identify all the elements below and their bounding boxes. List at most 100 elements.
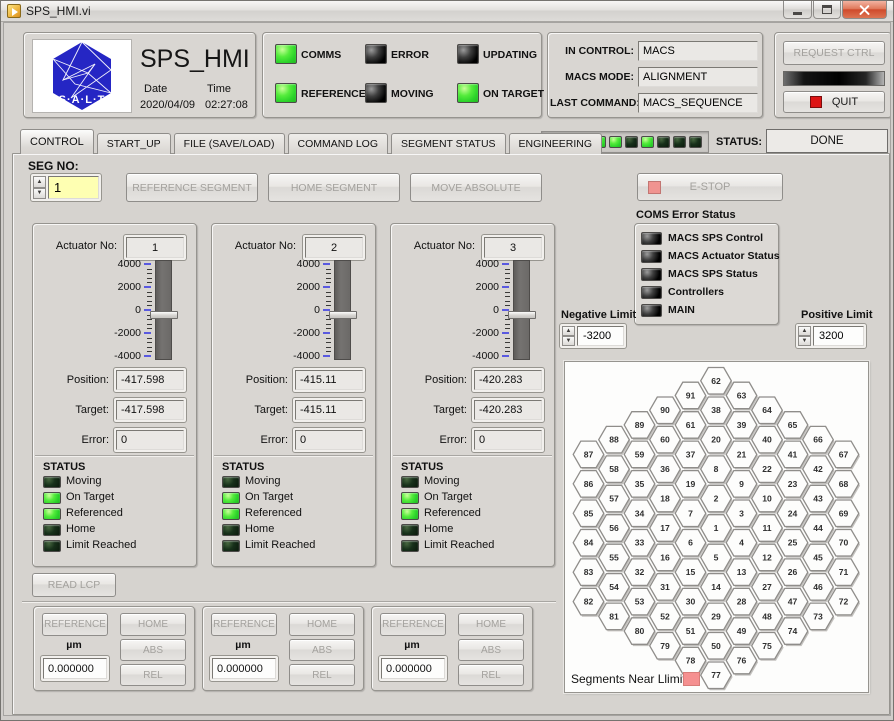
segment-number: 52 — [660, 611, 670, 621]
actuator-slider-handle-2[interactable] — [329, 311, 357, 319]
tab-file-save-load-[interactable]: FILE (SAVE/LOAD) — [174, 133, 285, 154]
actuator-slider-track-3[interactable] — [513, 260, 530, 360]
reference-button[interactable]: REFERENCE — [211, 613, 277, 636]
um-input[interactable]: 0.000000 — [43, 658, 107, 679]
positive-limit-field[interactable]: 3200 — [813, 326, 864, 346]
segment-hex-50: 50 — [701, 633, 732, 660]
major-tick — [144, 332, 151, 334]
position-box: -417.598 — [113, 367, 187, 393]
segment-hex-8: 8 — [701, 456, 732, 483]
salt-logo-text: S·A·L·T — [59, 94, 106, 106]
segment-number: 89 — [635, 420, 645, 430]
panel-status-title: STATUS — [401, 461, 443, 473]
tab-control[interactable]: CONTROL — [20, 129, 94, 154]
abs-button[interactable]: ABS — [458, 639, 524, 661]
home-segment-button[interactable]: HOME SEGMENT — [268, 173, 400, 202]
segment-hex-22: 22 — [752, 456, 783, 483]
target-value: -417.598 — [116, 400, 184, 420]
status-led-label: On Target — [66, 491, 114, 503]
reference-segment-button[interactable]: REFERENCE SEGMENT — [126, 173, 258, 202]
reference-button[interactable]: REFERENCE — [380, 613, 446, 636]
um-input-frame: 0.000000 — [378, 655, 448, 682]
segment-hex-64: 64 — [752, 397, 783, 424]
control-info-panel: IN CONTROL:MACSMACS MODE:ALIGNMENTLAST C… — [547, 32, 763, 118]
read-lcp-button[interactable]: READ LCP — [32, 573, 116, 597]
um-input[interactable]: 0.000000 — [381, 658, 445, 679]
segment-number: 32 — [635, 567, 645, 577]
rel-button[interactable]: REL — [289, 664, 355, 686]
seg-no-stepper[interactable]: ▲ ▼ 1 — [30, 173, 102, 202]
actuator-slider-track-1[interactable] — [155, 260, 172, 360]
segment-hex-59: 59 — [624, 441, 655, 468]
request-ctrl-button[interactable]: REQUEST CTRL — [783, 41, 885, 65]
estop-button[interactable]: E-STOP — [637, 173, 783, 201]
minor-tick — [326, 269, 331, 270]
segment-hex-34: 34 — [624, 500, 655, 527]
status-led-on-target — [401, 492, 419, 504]
tab-start-up[interactable]: START_UP — [97, 133, 171, 154]
actuator-slider-track-2[interactable] — [334, 260, 351, 360]
tab-segment-status[interactable]: SEGMENT STATUS — [391, 133, 506, 154]
minor-tick — [326, 319, 331, 320]
segment-number: 55 — [609, 552, 619, 562]
manual-group-1: REFERENCEHOMEABSRELµm0.000000 — [33, 606, 195, 691]
segment-number: 48 — [762, 611, 772, 621]
segment-number: 72 — [839, 597, 849, 607]
panel-divider — [214, 455, 373, 457]
positive-limit-up-icon[interactable]: ▲ — [798, 326, 811, 336]
actuator-slider-handle-1[interactable] — [150, 311, 178, 319]
minor-tick — [147, 269, 152, 270]
minor-tick — [505, 351, 510, 352]
app-window: SPS_HMI.vi S·A·L·T SPS_HMI — [0, 0, 894, 721]
bottom-section-divider — [22, 601, 556, 603]
reference-button[interactable]: REFERENCE — [42, 613, 108, 636]
segment-hex-52: 52 — [650, 603, 681, 630]
titlebar[interactable]: SPS_HMI.vi — [1, 1, 893, 22]
minor-tick — [147, 296, 152, 297]
seg-no-down-icon[interactable]: ▼ — [33, 188, 46, 200]
um-input[interactable]: 0.000000 — [212, 658, 276, 679]
error-value: 0 — [295, 430, 363, 450]
seg-no-field[interactable]: 1 — [48, 176, 99, 199]
minor-tick — [326, 351, 331, 352]
segment-number: 35 — [635, 479, 645, 489]
segment-number: 47 — [788, 597, 798, 607]
abs-button[interactable]: ABS — [120, 639, 186, 661]
positive-limit-stepper[interactable]: ▲ ▼ 3200 — [795, 323, 867, 349]
segment-number: 65 — [788, 420, 798, 430]
move-absolute-button[interactable]: MOVE ABSOLUTE — [410, 173, 542, 202]
seg-no-up-icon[interactable]: ▲ — [33, 176, 46, 188]
tab-command-log[interactable]: COMMAND LOG — [288, 133, 389, 154]
tab-engineering[interactable]: ENGINEERING — [509, 133, 603, 154]
segment-number: 21 — [737, 449, 747, 459]
positive-limit-down-icon[interactable]: ▼ — [798, 336, 811, 346]
app-title: SPS_HMI — [140, 45, 250, 74]
minimize-button[interactable] — [783, 1, 812, 19]
negative-limit-down-icon[interactable]: ▼ — [562, 336, 575, 346]
scale-label--2000: -2000 — [242, 327, 320, 339]
rel-button[interactable]: REL — [458, 664, 524, 686]
segments-near-limits-label: Segments Near Llimits — [571, 672, 692, 686]
close-button[interactable] — [842, 1, 887, 19]
quit-button[interactable]: QUIT — [783, 91, 885, 113]
home-button[interactable]: HOME — [289, 613, 355, 636]
negative-limit-field[interactable]: -3200 — [577, 326, 624, 346]
negative-limit-stepper[interactable]: ▲ ▼ -3200 — [559, 323, 627, 349]
actuator-slider-handle-3[interactable] — [508, 311, 536, 319]
maximize-button[interactable] — [813, 1, 841, 19]
actuator-panel-3: Actuator No:3400020000-2000-4000Position… — [390, 223, 555, 567]
segment-hex-51: 51 — [675, 618, 706, 645]
home-button[interactable]: HOME — [120, 613, 186, 636]
rel-button[interactable]: REL — [120, 664, 186, 686]
segment-hex-37: 37 — [675, 441, 706, 468]
window-title: SPS_HMI.vi — [26, 4, 91, 18]
coms-label: Controllers — [668, 286, 724, 298]
abs-button[interactable]: ABS — [289, 639, 355, 661]
home-button[interactable]: HOME — [458, 613, 524, 636]
minor-tick — [326, 328, 331, 329]
coms-led-macs-sps-control — [641, 232, 662, 245]
negative-limit-up-icon[interactable]: ▲ — [562, 326, 575, 336]
estop-label: E-STOP — [690, 181, 731, 193]
coms-led-macs-actuator-status — [641, 250, 662, 263]
segment-number: 88 — [609, 435, 619, 445]
